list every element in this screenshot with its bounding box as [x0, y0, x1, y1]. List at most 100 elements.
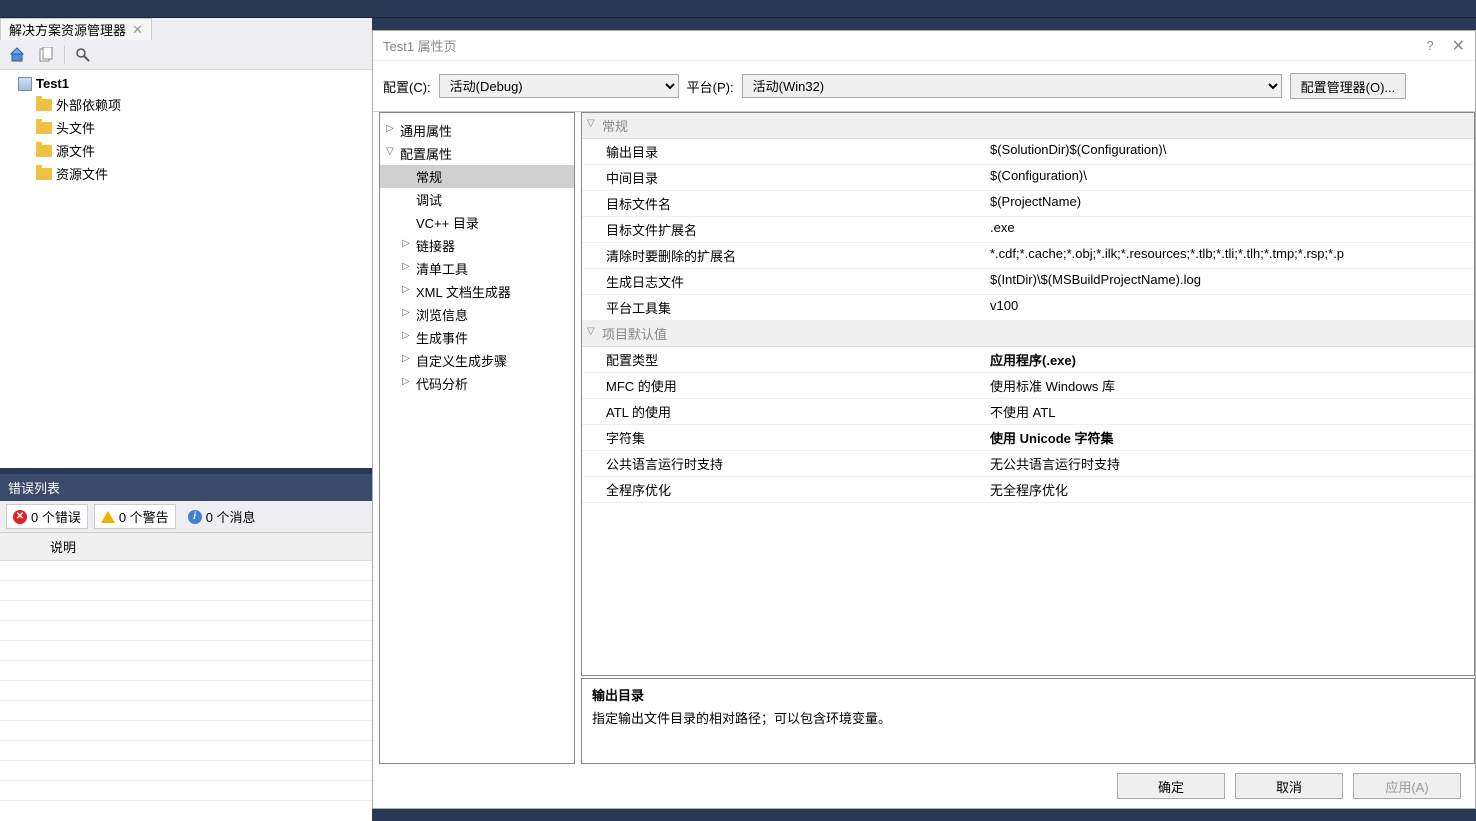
folder-sources[interactable]: 源文件: [0, 139, 372, 162]
configuration-label: 配置(C):: [383, 77, 431, 96]
nav-linker[interactable]: ▷链接器: [380, 234, 574, 257]
warning-icon: [101, 511, 115, 523]
chevron-right-icon: ▷: [402, 284, 410, 295]
dialog-titlebar: Test1 属性页 ? ✕: [373, 31, 1475, 61]
home-icon[interactable]: [6, 43, 30, 67]
group-project-defaults[interactable]: ▽项目默认值: [582, 321, 1474, 347]
nav-config-properties[interactable]: ▽配置属性: [380, 142, 574, 165]
solution-tree[interactable]: Test1 外部依赖项 头文件 源文件 资源文件: [0, 70, 372, 468]
chevron-right-icon: ▷: [402, 307, 410, 318]
prop-output-directory[interactable]: 输出目录$(SolutionDir)$(Configuration)\: [582, 139, 1474, 165]
errors-filter-button[interactable]: ✕ 0 个错误: [6, 504, 88, 529]
error-row[interactable]: [0, 561, 372, 581]
folder-resources[interactable]: 资源文件: [0, 162, 372, 185]
close-icon[interactable]: ✕: [1452, 36, 1465, 56]
chevron-right-icon: ▷: [402, 353, 410, 364]
prop-configuration-type[interactable]: 配置类型应用程序(.exe): [582, 347, 1474, 373]
ide-toolbar-strip: [0, 0, 1476, 18]
platform-select[interactable]: 活动(Win32): [742, 74, 1282, 98]
property-description: 输出目录 指定输出文件目录的相对路径；可以包含环境变量。: [581, 678, 1475, 764]
nav-custom-build-step[interactable]: ▷自定义生成步骤: [380, 349, 574, 372]
project-label: Test1: [36, 76, 69, 91]
chevron-right-icon: ▷: [402, 330, 410, 341]
prop-use-of-atl[interactable]: ATL 的使用不使用 ATL: [582, 399, 1474, 425]
messages-filter-button[interactable]: i 0 个消息: [182, 505, 262, 528]
folder-icon: [36, 122, 52, 134]
prop-platform-toolset[interactable]: 平台工具集v100: [582, 295, 1474, 321]
toolbar-separator: [64, 46, 65, 64]
folder-icon: [36, 99, 52, 111]
error-row[interactable]: [0, 601, 372, 621]
solution-explorer-tabbar: 解决方案资源管理器 ✕: [0, 18, 372, 40]
error-icon: ✕: [13, 510, 27, 524]
folder-icon: [36, 145, 52, 157]
configuration-manager-button[interactable]: 配置管理器(O)...: [1290, 73, 1407, 99]
dialog-button-row: 确定 取消 应用(A): [373, 764, 1475, 808]
chevron-down-icon: ▽: [386, 146, 394, 157]
folder-headers[interactable]: 头文件: [0, 116, 372, 139]
ok-button[interactable]: 确定: [1117, 773, 1225, 799]
error-row[interactable]: [0, 741, 372, 761]
errors-count: 0 个错误: [31, 507, 81, 526]
error-list-rows: [0, 561, 372, 821]
error-row[interactable]: [0, 681, 372, 701]
chevron-right-icon: ▷: [402, 376, 410, 387]
solution-explorer-tab[interactable]: 解决方案资源管理器 ✕: [0, 18, 152, 40]
prop-target-name[interactable]: 目标文件名$(ProjectName): [582, 191, 1474, 217]
chevron-right-icon: ▷: [402, 261, 410, 272]
property-nav-tree[interactable]: ▷通用属性 ▽配置属性 常规 调试 VC++ 目录 ▷链接器 ▷清单工具 ▷XM…: [379, 112, 575, 764]
description-title: 输出目录: [592, 685, 1464, 704]
nav-vc-dirs[interactable]: VC++ 目录: [380, 211, 574, 234]
error-list-col-description[interactable]: 说明: [0, 533, 372, 561]
folder-external-deps[interactable]: 外部依赖项: [0, 93, 372, 116]
nav-common-properties[interactable]: ▷通用属性: [380, 119, 574, 142]
prop-use-of-mfc[interactable]: MFC 的使用使用标准 Windows 库: [582, 373, 1474, 399]
error-row[interactable]: [0, 761, 372, 781]
prop-clr-support[interactable]: 公共语言运行时支持无公共语言运行时支持: [582, 451, 1474, 477]
warnings-filter-button[interactable]: 0 个警告: [94, 504, 176, 529]
folder-label: 头文件: [56, 118, 95, 137]
messages-count: 0 个消息: [206, 507, 256, 526]
properties-icon[interactable]: [71, 43, 95, 67]
project-node[interactable]: Test1: [0, 74, 372, 93]
solution-explorer-tab-label: 解决方案资源管理器: [9, 20, 126, 39]
chevron-right-icon: ▷: [402, 238, 410, 249]
dialog-body: ▷通用属性 ▽配置属性 常规 调试 VC++ 目录 ▷链接器 ▷清单工具 ▷XM…: [373, 111, 1475, 764]
prop-whole-program-optimization[interactable]: 全程序优化无全程序优化: [582, 477, 1474, 503]
cancel-button[interactable]: 取消: [1235, 773, 1343, 799]
folder-icon: [36, 168, 52, 180]
error-row[interactable]: [0, 641, 372, 661]
error-row[interactable]: [0, 581, 372, 601]
nav-debug[interactable]: 调试: [380, 188, 574, 211]
info-icon: i: [188, 510, 202, 524]
help-icon[interactable]: ?: [1426, 38, 1433, 53]
error-row[interactable]: [0, 661, 372, 681]
error-row[interactable]: [0, 721, 372, 741]
description-text: 指定输出文件目录的相对路径；可以包含环境变量。: [592, 708, 1464, 727]
solution-explorer-toolbar: [0, 40, 372, 70]
warnings-count: 0 个警告: [119, 507, 169, 526]
group-general[interactable]: ▽常规: [582, 113, 1474, 139]
apply-button[interactable]: 应用(A): [1353, 773, 1461, 799]
nav-manifest[interactable]: ▷清单工具: [380, 257, 574, 280]
prop-target-extension[interactable]: 目标文件扩展名.exe: [582, 217, 1474, 243]
error-row[interactable]: [0, 781, 372, 801]
show-all-files-icon[interactable]: [34, 43, 58, 67]
nav-build-events[interactable]: ▷生成事件: [380, 326, 574, 349]
prop-character-set[interactable]: 字符集使用 Unicode 字符集: [582, 425, 1474, 451]
property-pages-dialog: Test1 属性页 ? ✕ 配置(C): 活动(Debug) 平台(P): 活动…: [372, 30, 1476, 809]
nav-xmldoc[interactable]: ▷XML 文档生成器: [380, 280, 574, 303]
nav-code-analysis[interactable]: ▷代码分析: [380, 372, 574, 395]
prop-build-log-file[interactable]: 生成日志文件$(IntDir)\$(MSBuildProjectName).lo…: [582, 269, 1474, 295]
nav-general[interactable]: 常规: [380, 165, 574, 188]
property-grid[interactable]: ▽常规 输出目录$(SolutionDir)$(Configuration)\ …: [581, 112, 1475, 676]
error-row[interactable]: [0, 621, 372, 641]
close-icon[interactable]: ✕: [132, 22, 143, 38]
nav-browse-info[interactable]: ▷浏览信息: [380, 303, 574, 326]
config-platform-row: 配置(C): 活动(Debug) 平台(P): 活动(Win32) 配置管理器(…: [373, 61, 1475, 111]
chevron-down-icon: ▽: [587, 326, 595, 337]
prop-intermediate-directory[interactable]: 中间目录$(Configuration)\: [582, 165, 1474, 191]
prop-extensions-to-delete[interactable]: 清除时要删除的扩展名*.cdf;*.cache;*.obj;*.ilk;*.re…: [582, 243, 1474, 269]
error-row[interactable]: [0, 701, 372, 721]
configuration-select[interactable]: 活动(Debug): [439, 74, 679, 98]
